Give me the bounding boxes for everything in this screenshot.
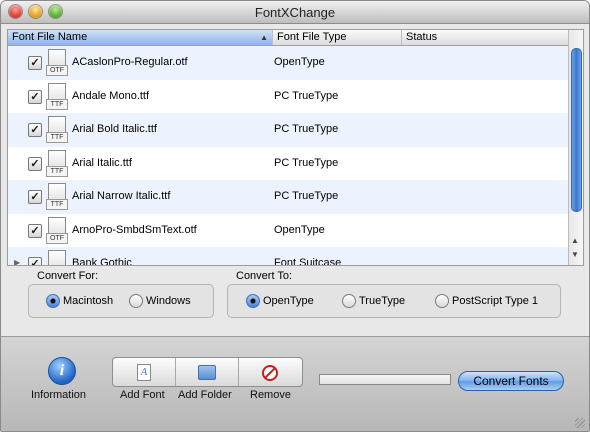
cell-font-file-name: Andale Mono.ttf: [72, 89, 150, 102]
table-row[interactable]: ✓ TTF Arial Bold Italic.ttf PC TrueType: [8, 113, 568, 147]
font-file-icon: TTF: [46, 183, 68, 210]
title-bar[interactable]: FontXChange: [1, 1, 589, 24]
cell-font-file-name: Bank Gothic: [72, 257, 132, 265]
radio-unselected-icon: [129, 294, 143, 308]
radio-label: TrueType: [359, 295, 406, 307]
table-row[interactable]: ✓ TTF Arial Narrow Italic.ttf PC TrueType: [8, 180, 568, 214]
convert-fonts-button[interactable]: Convert Fonts: [458, 371, 564, 391]
row-checkbox[interactable]: ✓: [28, 156, 42, 171]
cell-font-file-type: PC TrueType: [274, 156, 339, 169]
radio-selected-icon: [246, 294, 260, 308]
table-header: Font File Name ▲ Font File Type Status: [8, 30, 568, 46]
radio-label: PostScript Type 1: [452, 295, 539, 307]
remove-icon: [262, 365, 278, 381]
scroll-down-arrow-icon[interactable]: ▼: [571, 250, 579, 259]
window-title: FontXChange: [254, 5, 336, 20]
font-file-icon: OTF: [46, 216, 68, 244]
radio-label: OpenType: [263, 295, 314, 307]
scrollbar-thumb[interactable]: [571, 48, 582, 212]
cell-font-file-type: OpenType: [274, 56, 325, 68]
cell-font-file-name: Arial Bold Italic.ttf: [72, 123, 157, 135]
add-font-icon: A: [137, 364, 151, 381]
font-file-icon: TTF: [46, 116, 68, 143]
cell-font-file-name: ACaslonPro-Regular.otf: [72, 56, 188, 68]
table-row[interactable]: ✓ TTF Arial Italic.ttf PC TrueType: [8, 147, 568, 181]
information-button-label: Information: [31, 389, 87, 401]
file-actions-segmented-control: A: [112, 357, 303, 387]
radio-label: Windows: [146, 295, 191, 307]
file-extension-tag: TTF: [46, 165, 68, 177]
remove-button[interactable]: [239, 358, 301, 386]
bottom-toolbar: i Information A Add Font Add Folder Remo…: [1, 336, 589, 431]
resize-grip-icon[interactable]: [575, 418, 585, 428]
convert-for-label: Convert For:: [37, 270, 99, 282]
conversion-progress-bar: [319, 374, 451, 385]
table-row[interactable]: ✓ OTF ACaslonPro-Regular.otf OpenType: [8, 46, 568, 80]
row-checkbox[interactable]: ✓: [28, 56, 42, 70]
font-file-table[interactable]: Font File Name ▲ Font File Type Status ✓…: [7, 29, 584, 266]
cell-font-file-type: OpenType: [274, 223, 325, 236]
folder-icon: [198, 365, 216, 380]
cell-font-file-type: PC TrueType: [274, 190, 339, 202]
cell-font-file-name: ArnoPro-SmbdSmText.otf: [72, 223, 197, 236]
row-checkbox[interactable]: ✓: [28, 123, 42, 137]
font-file-icon: TTF: [46, 82, 68, 110]
cell-font-file-name: Arial Italic.ttf: [72, 156, 132, 169]
file-extension-tag: TTF: [46, 98, 68, 110]
file-extension-tag: OTF: [46, 232, 68, 244]
remove-label: Remove: [250, 389, 291, 401]
information-icon[interactable]: i: [48, 357, 76, 385]
scroll-up-arrow-icon[interactable]: ▲: [571, 236, 579, 245]
column-header-font-file-type[interactable]: Font File Type: [273, 30, 402, 45]
vertical-scrollbar[interactable]: ▲ ▼: [568, 30, 583, 265]
cell-font-file-name: Arial Narrow Italic.ttf: [72, 190, 171, 202]
table-row[interactable]: ✓ TTF Andale Mono.ttf PC TrueType: [8, 80, 568, 114]
file-extension-tag: TTF: [46, 132, 68, 143]
cell-font-file-type: PC TrueType: [274, 89, 339, 102]
column-header-label: Status: [406, 31, 438, 43]
cell-font-file-type: PC TrueType: [274, 123, 339, 135]
row-checkbox[interactable]: ✓: [28, 89, 42, 104]
table-row[interactable]: ▶ ✓ Bank Gothic Font Suitcase: [8, 247, 568, 265]
column-header-font-file-name[interactable]: Font File Name ▲: [8, 30, 273, 45]
add-folder-label: Add Folder: [178, 389, 232, 401]
convert-for-group: Macintosh Windows: [28, 284, 214, 318]
convert-to-label: Convert To:: [236, 270, 293, 282]
column-header-label: Font File Name: [12, 31, 88, 43]
table-row[interactable]: ✓ OTF ArnoPro-SmbdSmText.otf OpenType: [8, 214, 568, 248]
font-file-icon: OTF: [46, 49, 68, 76]
radio-label: Macintosh: [63, 295, 114, 307]
table-body: ✓ OTF ACaslonPro-Regular.otf OpenType ✓ TTF An…: [8, 46, 568, 265]
font-file-icon: TTF: [46, 149, 68, 177]
disclosure-triangle-icon[interactable]: ▶: [14, 258, 20, 265]
radio-unselected-icon: [435, 294, 449, 308]
radio-unselected-icon: [342, 294, 356, 308]
font-file-icon: [46, 250, 66, 265]
add-font-button[interactable]: A: [113, 358, 176, 386]
row-checkbox[interactable]: ✓: [28, 190, 42, 204]
file-extension-tag: OTF: [46, 65, 68, 76]
add-folder-button[interactable]: [176, 358, 239, 386]
column-header-label: Font File Type: [277, 31, 347, 43]
row-checkbox[interactable]: ✓: [28, 257, 42, 265]
column-header-status[interactable]: Status: [402, 30, 568, 45]
cell-font-file-type: Font Suitcase: [274, 257, 342, 265]
add-font-label: Add Font: [120, 389, 165, 401]
sort-ascending-icon: ▲: [260, 33, 268, 42]
app-window: FontXChange Font File Name ▲ Font File T…: [0, 0, 590, 432]
row-checkbox[interactable]: ✓: [28, 223, 42, 238]
radio-selected-icon: [46, 294, 60, 308]
convert-to-group: OpenType TrueType PostScript Type 1: [227, 284, 561, 318]
file-extension-tag: TTF: [46, 199, 68, 210]
